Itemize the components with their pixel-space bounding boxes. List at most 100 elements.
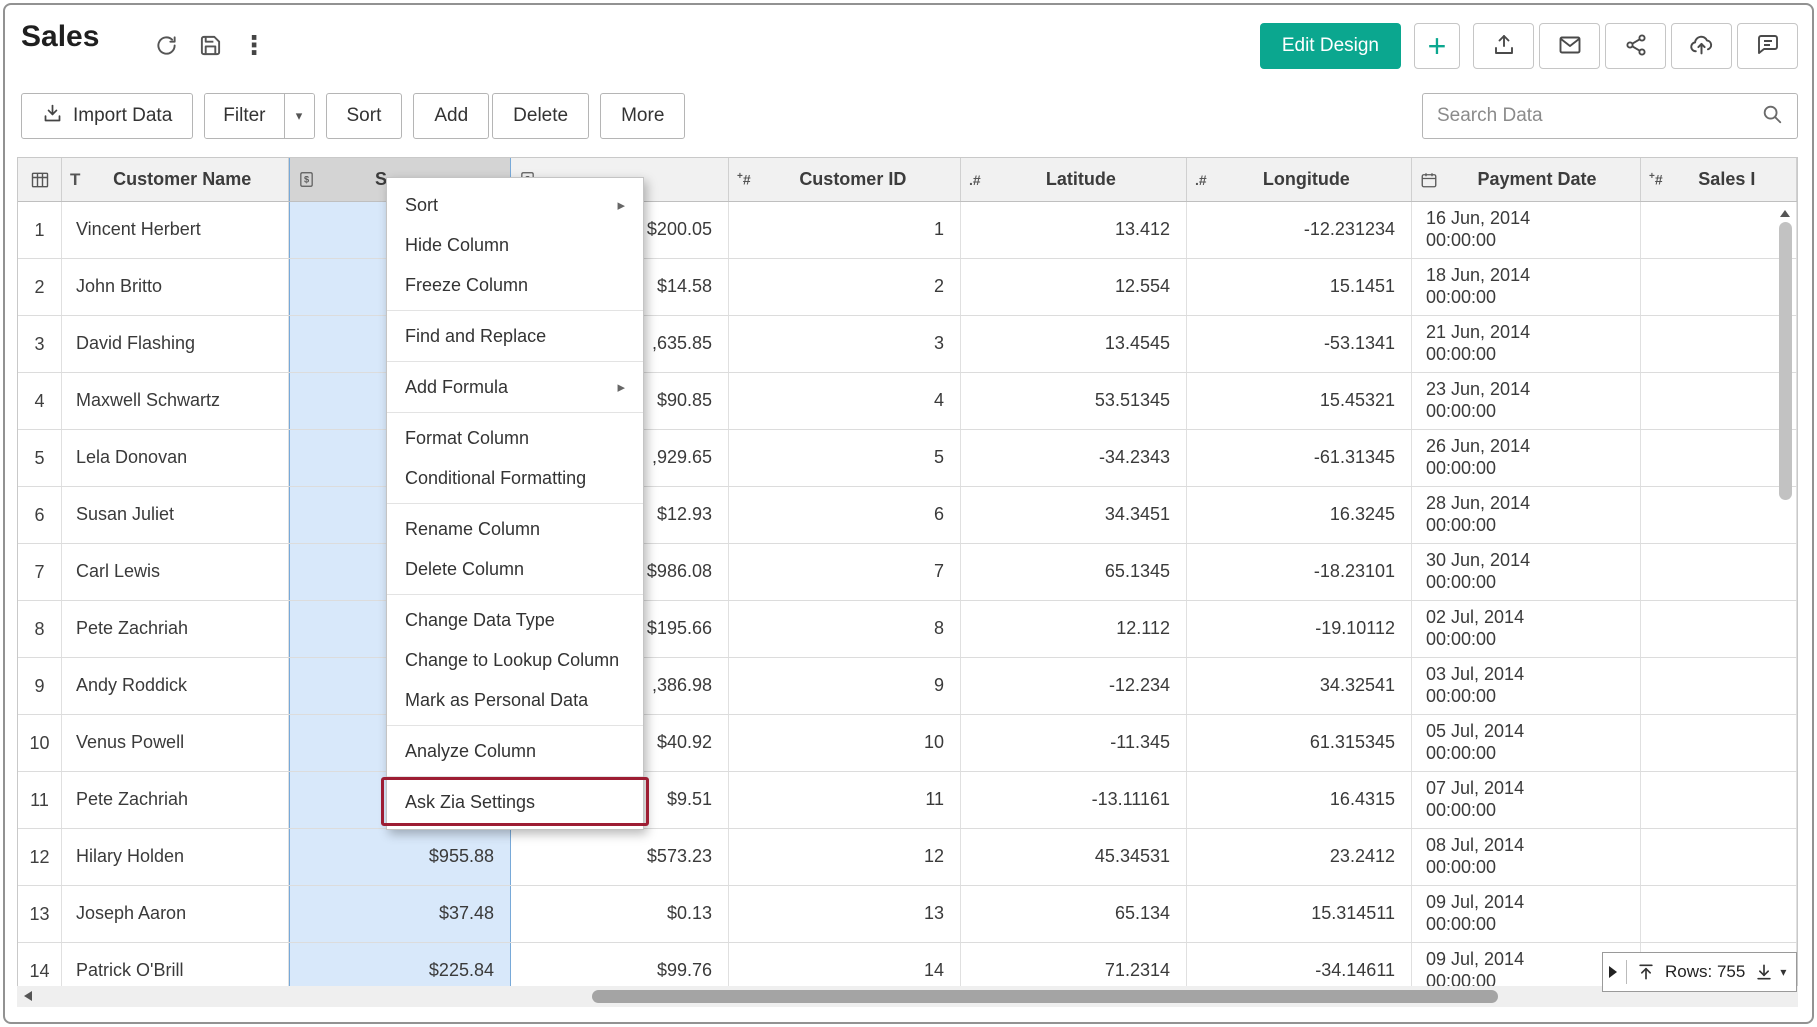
cell-sales-id[interactable] xyxy=(1641,316,1797,372)
cell-customer-id[interactable]: 1 xyxy=(729,202,961,258)
cell-payment-date[interactable]: 28 Jun, 2014 00:00:00 xyxy=(1412,487,1641,543)
cell-payment-date[interactable]: 23 Jun, 2014 00:00:00 xyxy=(1412,373,1641,429)
import-data-button[interactable]: Import Data xyxy=(21,93,193,139)
menu-item-freeze-column[interactable]: Freeze Column xyxy=(387,265,643,305)
scroll-to-bottom-icon[interactable] xyxy=(1754,962,1774,982)
cell-selected-amount[interactable]: $37.48 xyxy=(289,886,511,942)
cell-latitude[interactable]: 13.412 xyxy=(961,202,1187,258)
menu-item-ask-zia-settings[interactable]: Ask Zia Settings xyxy=(387,782,643,822)
column-header-payment-date[interactable]: Payment Date xyxy=(1412,158,1641,201)
horizontal-scrollbar[interactable] xyxy=(17,986,1798,1007)
horizontal-scrollbar-thumb[interactable] xyxy=(592,990,1498,1003)
row-number[interactable]: 5 xyxy=(18,430,62,486)
cell-customer-name[interactable]: Joseph Aaron xyxy=(62,886,289,942)
cell-latitude[interactable]: -13.11161 xyxy=(961,772,1187,828)
row-number[interactable]: 6 xyxy=(18,487,62,543)
cell-sales-id[interactable] xyxy=(1641,886,1797,942)
cell-payment-date[interactable]: 07 Jul, 2014 00:00:00 xyxy=(1412,772,1641,828)
cell-customer-name[interactable]: Patrick O'Brill xyxy=(62,943,289,986)
cell-sales-id[interactable] xyxy=(1641,601,1797,657)
cell-customer-id[interactable]: 9 xyxy=(729,658,961,714)
scroll-up-arrow-icon[interactable] xyxy=(1780,210,1790,217)
cell-sales-id[interactable] xyxy=(1641,715,1797,771)
cell-sales-id[interactable] xyxy=(1641,373,1797,429)
cell-latitude[interactable]: -34.2343 xyxy=(961,430,1187,486)
cell-payment-date[interactable]: 21 Jun, 2014 00:00:00 xyxy=(1412,316,1641,372)
export-button[interactable] xyxy=(1473,23,1534,69)
menu-item-mark-as-personal-data[interactable]: Mark as Personal Data xyxy=(387,680,643,720)
cell-sales-id[interactable] xyxy=(1641,658,1797,714)
refresh-icon[interactable] xyxy=(153,32,179,58)
menu-item-analyze-column[interactable]: Analyze Column xyxy=(387,731,643,771)
cell-longitude[interactable]: -61.31345 xyxy=(1187,430,1412,486)
cell-customer-name[interactable]: Maxwell Schwartz xyxy=(62,373,289,429)
menu-item-change-to-lookup-column[interactable]: Change to Lookup Column xyxy=(387,640,643,680)
cell-sales-id[interactable] xyxy=(1641,772,1797,828)
cell-payment-date[interactable]: 16 Jun, 2014 00:00:00 xyxy=(1412,202,1641,258)
cell-payment-date[interactable]: 08 Jul, 2014 00:00:00 xyxy=(1412,829,1641,885)
filter-dropdown-button[interactable]: ▾ xyxy=(284,94,314,138)
cell-customer-name[interactable]: Andy Roddick xyxy=(62,658,289,714)
kebab-menu-icon[interactable]: ⋮ xyxy=(241,32,267,58)
share-button[interactable] xyxy=(1605,23,1666,69)
rows-dropdown-caret-icon[interactable]: ▾ xyxy=(1780,965,1786,979)
cell-cost[interactable]: $99.76 xyxy=(511,943,729,986)
cell-customer-name[interactable]: John Britto xyxy=(62,259,289,315)
cell-customer-id[interactable]: 8 xyxy=(729,601,961,657)
scroll-left-arrow-icon[interactable] xyxy=(24,991,32,1001)
cell-payment-date[interactable]: 26 Jun, 2014 00:00:00 xyxy=(1412,430,1641,486)
cell-latitude[interactable]: 12.554 xyxy=(961,259,1187,315)
cell-customer-id[interactable]: 6 xyxy=(729,487,961,543)
row-number[interactable]: 2 xyxy=(18,259,62,315)
column-header-sales-id[interactable]: +#Sales I xyxy=(1641,158,1797,201)
cell-longitude[interactable]: -53.1341 xyxy=(1187,316,1412,372)
add-button[interactable]: Add xyxy=(413,93,489,139)
delete-button[interactable]: Delete xyxy=(492,93,589,139)
cell-latitude[interactable]: -12.234 xyxy=(961,658,1187,714)
cell-customer-id[interactable]: 13 xyxy=(729,886,961,942)
cell-sales-id[interactable] xyxy=(1641,202,1797,258)
cell-latitude[interactable]: 53.51345 xyxy=(961,373,1187,429)
row-number[interactable]: 8 xyxy=(18,601,62,657)
row-number[interactable]: 13 xyxy=(18,886,62,942)
cell-customer-name[interactable]: Venus Powell xyxy=(62,715,289,771)
cell-longitude[interactable]: -19.10112 xyxy=(1187,601,1412,657)
menu-item-rename-column[interactable]: Rename Column xyxy=(387,509,643,549)
cell-longitude[interactable]: -34.14611 xyxy=(1187,943,1412,986)
menu-item-sort[interactable]: Sort▸ xyxy=(387,185,643,225)
column-header-customer-name[interactable]: TCustomer Name xyxy=(62,158,289,201)
cell-customer-name[interactable]: Hilary Holden xyxy=(62,829,289,885)
row-number[interactable]: 14 xyxy=(18,943,62,986)
cell-payment-date[interactable]: 05 Jul, 2014 00:00:00 xyxy=(1412,715,1641,771)
column-header-customer-id[interactable]: +#Customer ID xyxy=(729,158,961,201)
cell-longitude[interactable]: 15.314511 xyxy=(1187,886,1412,942)
cell-customer-id[interactable]: 12 xyxy=(729,829,961,885)
cell-payment-date[interactable]: 02 Jul, 2014 00:00:00 xyxy=(1412,601,1641,657)
cell-longitude[interactable]: -18.23101 xyxy=(1187,544,1412,600)
publish-upload-button[interactable] xyxy=(1671,23,1732,69)
cell-customer-id[interactable]: 11 xyxy=(729,772,961,828)
cell-payment-date[interactable]: 09 Jul, 2014 00:00:00 xyxy=(1412,886,1641,942)
row-number[interactable]: 3 xyxy=(18,316,62,372)
cell-sales-id[interactable] xyxy=(1641,544,1797,600)
cell-sales-id[interactable] xyxy=(1641,430,1797,486)
cell-sales-id[interactable] xyxy=(1641,829,1797,885)
edit-design-button[interactable]: Edit Design xyxy=(1260,23,1401,69)
cell-longitude[interactable]: 23.2412 xyxy=(1187,829,1412,885)
cell-selected-amount[interactable]: $955.88 xyxy=(289,829,511,885)
cell-customer-name[interactable]: Carl Lewis xyxy=(62,544,289,600)
column-header-longitude[interactable]: .#Longitude xyxy=(1187,158,1412,201)
search-input[interactable] xyxy=(1437,105,1761,127)
cell-customer-name[interactable]: Pete Zachriah xyxy=(62,601,289,657)
menu-item-find-and-replace[interactable]: Find and Replace xyxy=(387,316,643,356)
menu-item-format-column[interactable]: Format Column xyxy=(387,418,643,458)
cell-longitude[interactable]: 16.3245 xyxy=(1187,487,1412,543)
cell-payment-date[interactable]: 30 Jun, 2014 00:00:00 xyxy=(1412,544,1641,600)
row-number[interactable]: 11 xyxy=(18,772,62,828)
vertical-scrollbar-thumb[interactable] xyxy=(1779,222,1792,500)
row-number[interactable]: 9 xyxy=(18,658,62,714)
email-button[interactable] xyxy=(1539,23,1600,69)
cell-customer-id[interactable]: 7 xyxy=(729,544,961,600)
cell-cost[interactable]: $0.13 xyxy=(511,886,729,942)
cell-customer-id[interactable]: 5 xyxy=(729,430,961,486)
